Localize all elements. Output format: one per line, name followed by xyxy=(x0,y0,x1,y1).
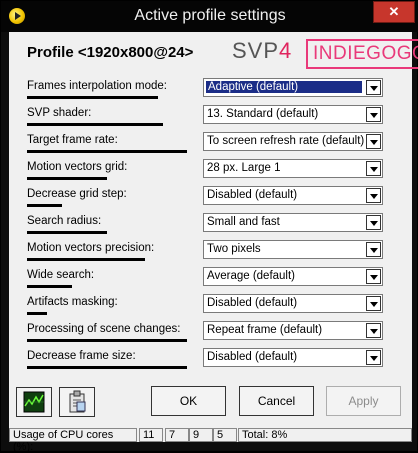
chevron-down-icon[interactable] xyxy=(366,215,381,230)
underline-motion-vectors-grid xyxy=(27,177,107,180)
underline-motion-vectors-precision xyxy=(27,258,145,261)
profile-title: Profile <1920x800@24> xyxy=(27,44,194,61)
cpu-usage-label: Usage of CPU cores (%): xyxy=(9,428,137,453)
chevron-down-icon[interactable] xyxy=(366,80,381,95)
underline-wide-search xyxy=(27,285,72,288)
search-radius-select[interactable]: Small and fast xyxy=(203,213,383,232)
cpu-total-usage: Total: 8% xyxy=(238,428,412,442)
chevron-down-icon[interactable] xyxy=(366,107,381,122)
setting-label-target-frame-rate: Target frame rate: xyxy=(27,134,118,146)
setting-label-wide-search: Wide search: xyxy=(27,269,95,281)
graph-button[interactable] xyxy=(16,387,52,417)
setting-label-decrease-grid-step: Decrease grid step: xyxy=(27,188,127,200)
interpolation-mode-select[interactable]: Adaptive (default) xyxy=(203,78,383,97)
chevron-down-icon[interactable] xyxy=(366,134,381,149)
motion-vectors-precision-select[interactable]: Two pixels xyxy=(203,240,383,259)
underline-target-frame-rate xyxy=(27,150,187,153)
underline-decrease-grid-step xyxy=(27,204,62,207)
target-frame-rate-select[interactable]: To screen refresh rate (default) xyxy=(203,132,383,151)
close-button[interactable]: ✕ xyxy=(373,1,415,23)
chevron-down-icon[interactable] xyxy=(366,161,381,176)
setting-label-scene-changes: Processing of scene changes: xyxy=(27,323,181,335)
motion-vectors-grid-select[interactable]: 28 px. Large 1 xyxy=(203,159,383,178)
svp-shader-value: 13. Standard (default) xyxy=(207,108,319,120)
artifacts-masking-value: Disabled (default) xyxy=(207,297,298,309)
cpu-core-usage: 9 xyxy=(189,428,213,442)
search-radius-value: Small and fast xyxy=(207,216,280,228)
ok-button[interactable]: OK xyxy=(151,386,226,416)
interpolation-mode-value: Adaptive (default) xyxy=(206,81,362,93)
title-bar[interactable]: Active profile settings ✕ xyxy=(1,1,418,32)
status-bar: Usage of CPU cores (%): 11 7 9 5 Total: … xyxy=(9,427,412,453)
svp-shader-select[interactable]: 13. Standard (default) xyxy=(203,105,383,124)
artifacts-masking-select[interactable]: Disabled (default) xyxy=(203,294,383,313)
graph-icon xyxy=(23,391,45,413)
underline-svp-shader xyxy=(27,123,163,126)
cpu-core-usage: 7 xyxy=(165,428,189,442)
setting-label-motion-vectors-grid: Motion vectors grid: xyxy=(27,161,128,173)
clipboard-icon xyxy=(69,390,86,413)
chevron-down-icon[interactable] xyxy=(366,188,381,203)
wide-search-select[interactable]: Average (default) xyxy=(203,267,383,286)
setting-label-decrease-frame-size: Decrease frame size: xyxy=(27,350,136,362)
target-frame-rate-value: To screen refresh rate (default) xyxy=(207,135,365,147)
underline-artifacts-masking xyxy=(27,312,47,315)
decrease-grid-step-value: Disabled (default) xyxy=(207,189,298,201)
window-title: Active profile settings xyxy=(134,7,286,24)
chevron-down-icon[interactable] xyxy=(366,242,381,257)
setting-label-svp-shader: SVP shader: xyxy=(27,107,92,119)
chevron-down-icon[interactable] xyxy=(366,269,381,284)
svp-logo: SVP4 xyxy=(232,38,292,64)
underline-scene-changes xyxy=(27,339,187,342)
setting-label-search-radius: Search radius: xyxy=(27,215,102,227)
decrease-frame-size-value: Disabled (default) xyxy=(207,351,298,363)
svp-logo-number: 4 xyxy=(279,38,293,63)
apply-button[interactable]: Apply xyxy=(326,386,401,416)
setting-label-interpolation-mode: Frames interpolation mode: xyxy=(27,80,167,92)
underline-decrease-frame-size xyxy=(27,366,187,369)
setting-label-motion-vectors-precision: Motion vectors precision: xyxy=(27,242,155,254)
settings-window: Active profile settings ✕ Profile <1920x… xyxy=(0,0,418,453)
motion-vectors-precision-value: Two pixels xyxy=(207,243,261,255)
scene-changes-value: Repeat frame (default) xyxy=(207,324,323,336)
scene-changes-select[interactable]: Repeat frame (default) xyxy=(203,321,383,340)
svp-logo-text: SVP xyxy=(232,38,280,63)
motion-vectors-grid-value: 28 px. Large 1 xyxy=(207,162,281,174)
cancel-button[interactable]: Cancel xyxy=(239,386,314,416)
chevron-down-icon[interactable] xyxy=(366,350,381,365)
cpu-core-usage: 11 xyxy=(139,428,163,442)
underline-interpolation-mode xyxy=(27,96,158,99)
chevron-down-icon[interactable] xyxy=(366,323,381,338)
setting-label-artifacts-masking: Artifacts masking: xyxy=(27,296,118,308)
chevron-down-icon[interactable] xyxy=(366,296,381,311)
wide-search-value: Average (default) xyxy=(207,270,296,282)
underline-search-radius xyxy=(27,231,107,234)
clipboard-button[interactable] xyxy=(59,387,95,417)
cpu-core-usage: 5 xyxy=(213,428,237,442)
decrease-grid-step-select[interactable]: Disabled (default) xyxy=(203,186,383,205)
decrease-frame-size-select[interactable]: Disabled (default) xyxy=(203,348,383,367)
dialog-body: Profile <1920x800@24> SVP4 INDIEGOGO Fra… xyxy=(9,32,418,453)
indiegogo-logo[interactable]: INDIEGOGO xyxy=(306,39,418,69)
